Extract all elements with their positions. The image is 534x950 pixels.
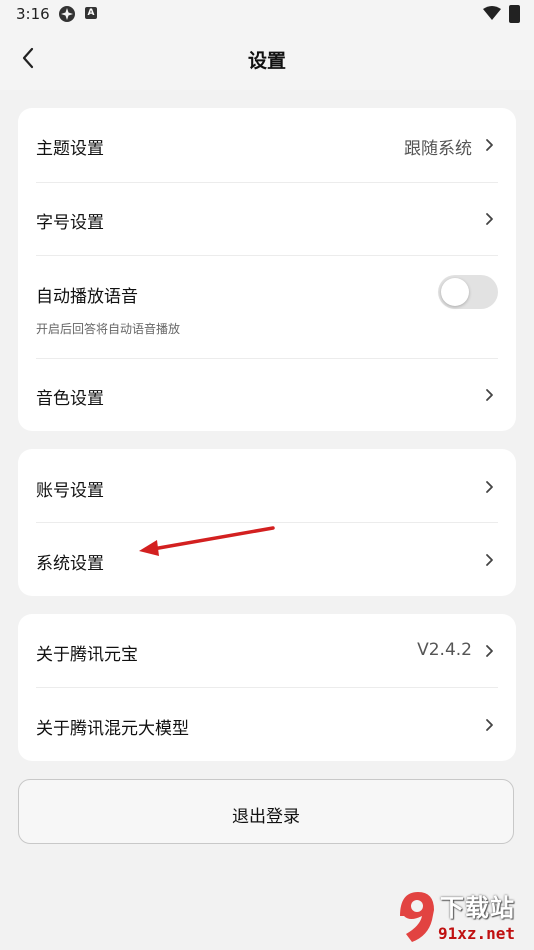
chevron-right-icon xyxy=(486,481,493,493)
chevron-right-icon xyxy=(486,213,493,225)
auto-play-voice-description: 开启后回答将自动语音播放 xyxy=(36,322,181,336)
status-time: 3:16 xyxy=(16,5,50,23)
theme-settings-row[interactable]: 主题设置 跟随系统 xyxy=(18,108,516,182)
watermark-domain: 91xz.net xyxy=(438,924,516,943)
about-yuanbao-label: 关于腾讯元宝 xyxy=(36,645,138,665)
theme-settings-label: 主题设置 xyxy=(36,139,104,159)
watermark-title: 下载站 xyxy=(440,894,515,922)
about-hunyuan-model-label: 关于腾讯混元大模型 xyxy=(36,719,189,739)
app-badge-icon: A xyxy=(85,7,97,19)
theme-settings-value: 跟随系统 xyxy=(404,139,472,159)
chevron-right-icon xyxy=(486,645,493,657)
voice-timbre-settings-label: 音色设置 xyxy=(36,389,104,409)
voice-timbre-settings-row[interactable]: 音色设置 xyxy=(18,358,516,431)
watermark: 下载站 91xz.net xyxy=(394,886,534,948)
font-size-settings-label: 字号设置 xyxy=(36,213,104,233)
auto-play-voice-toggle[interactable] xyxy=(438,275,498,309)
about-yuanbao-row[interactable]: 关于腾讯元宝 V2.4.2 xyxy=(18,614,516,687)
battery-icon xyxy=(509,5,520,23)
page-title: 设置 xyxy=(247,50,286,72)
wifi-icon xyxy=(483,6,501,20)
logout-label: 退出登录 xyxy=(232,807,300,827)
chevron-right-icon xyxy=(486,554,493,566)
chevron-right-icon xyxy=(486,389,493,401)
status-bar: 3:16 A xyxy=(0,0,534,28)
font-size-settings-row[interactable]: 字号设置 xyxy=(18,182,516,255)
app-notification-icon xyxy=(59,6,75,22)
account-settings-label: 账号设置 xyxy=(36,481,104,501)
auto-play-voice-label: 自动播放语音 xyxy=(36,287,138,307)
chevron-right-icon xyxy=(486,139,493,151)
settings-card-display: 主题设置 跟随系统 字号设置 自动播放语音 开启后回答将自动语音播放 音色设置 xyxy=(18,108,516,431)
auto-play-voice-row: 自动播放语音 开启后回答将自动语音播放 xyxy=(18,255,516,358)
annotation-arrow-icon xyxy=(139,526,275,556)
account-settings-row[interactable]: 账号设置 xyxy=(18,449,516,522)
watermark-logo-icon xyxy=(400,892,434,942)
settings-card-about: 关于腾讯元宝 V2.4.2 关于腾讯混元大模型 xyxy=(18,614,516,761)
about-hunyuan-model-row[interactable]: 关于腾讯混元大模型 xyxy=(18,687,516,761)
header: 设置 xyxy=(0,28,534,90)
chevron-right-icon xyxy=(486,719,493,731)
logout-button[interactable]: 退出登录 xyxy=(18,779,514,844)
app-version-value: V2.4.2 xyxy=(417,640,472,660)
system-settings-label: 系统设置 xyxy=(36,554,104,574)
toggle-knob xyxy=(441,278,469,306)
